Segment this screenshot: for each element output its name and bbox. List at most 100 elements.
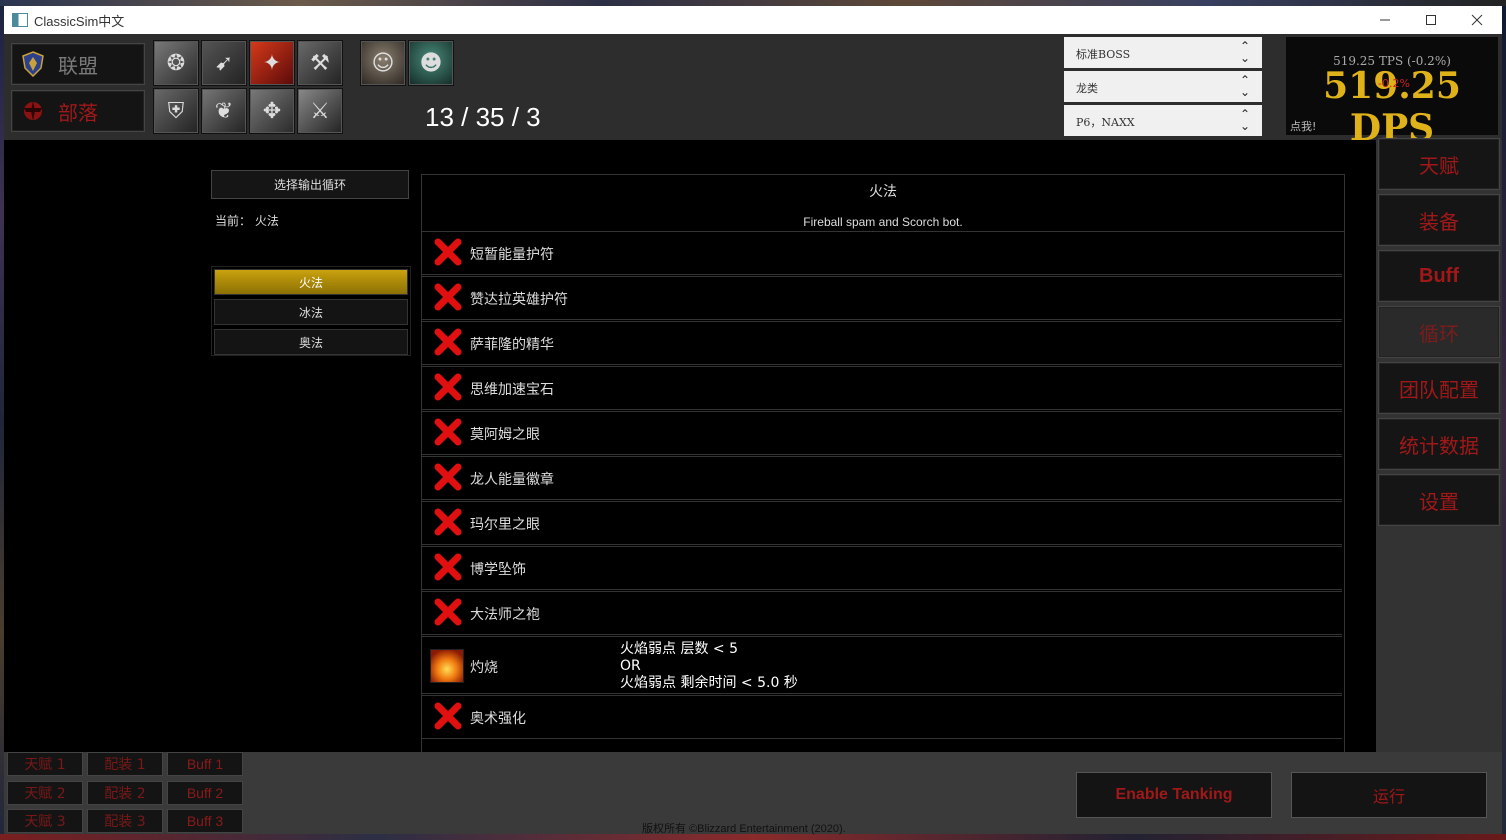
spell-name: 灼烧: [470, 660, 498, 676]
alliance-label: 联盟: [58, 53, 98, 78]
spell-name: 博学坠饰: [470, 562, 526, 578]
red-x-icon: [434, 598, 462, 626]
red-x-icon: [434, 373, 462, 401]
rotation-description: Fireball spam and Scorch bot.: [803, 215, 963, 229]
red-x-icon: [434, 463, 462, 491]
nav-settings-button[interactable]: 设置: [1378, 474, 1500, 526]
buff-preset-2-button[interactable]: Buff 2: [167, 781, 243, 805]
minimize-button[interactable]: [1362, 6, 1408, 34]
rotation-option-fire[interactable]: 火法: [214, 269, 408, 295]
gear-preset-2-button[interactable]: 配装 2: [87, 781, 163, 805]
red-x-icon: [434, 283, 462, 311]
talent-tree-icon-7[interactable]: ✥: [249, 88, 295, 134]
creature-type-select[interactable]: 龙类 ⌃ ⌄: [1064, 71, 1262, 102]
list-item: 思维加速宝石: [422, 366, 1342, 410]
dps-display[interactable]: 519.25 TPS (-0.2%) 519.25 DPS -0.2% 点我!: [1286, 37, 1498, 149]
buff-preset-1-button[interactable]: Buff 1: [167, 752, 243, 776]
nav-statistics-button[interactable]: 统计数据: [1378, 418, 1500, 470]
rotation-option-arcane[interactable]: 奥法: [214, 329, 408, 355]
talent-point-counts: 13 / 35 / 3: [425, 102, 541, 132]
red-x-icon: [434, 508, 462, 536]
spell-name: 龙人能量徽章: [470, 472, 554, 488]
talent-preset-3-button[interactable]: 天赋 3: [7, 809, 83, 833]
nav-gear-button[interactable]: 装备: [1378, 194, 1500, 246]
talent-preset-2-button[interactable]: 天赋 2: [7, 781, 83, 805]
title-bar: ClassicSim中文: [4, 6, 1502, 34]
run-button[interactable]: 运行: [1291, 772, 1487, 818]
updown-arrow-icon: ⌃ ⌄: [1239, 107, 1250, 133]
red-x-icon: [434, 702, 462, 730]
close-button[interactable]: [1454, 6, 1500, 34]
talent-tree-icon-1[interactable]: ❂: [153, 40, 199, 86]
rotation-option-frost[interactable]: 冰法: [214, 299, 408, 325]
enable-tanking-button[interactable]: Enable Tanking: [1076, 772, 1272, 818]
minimize-icon: [1380, 19, 1390, 21]
spell-name: 赞达拉英雄护符: [470, 292, 568, 308]
spell-name: 莫阿姆之眼: [470, 427, 540, 443]
alliance-crest-icon: [20, 51, 46, 77]
target-select-value: 标准BOSS: [1076, 48, 1131, 61]
list-item: 短暂能量护符: [422, 231, 1342, 275]
nav-talents-button[interactable]: 天赋: [1378, 138, 1500, 190]
app-icon: [12, 13, 28, 27]
spell-name: 玛尔里之眼: [470, 517, 540, 533]
maximize-button[interactable]: [1408, 6, 1454, 34]
condition-operator: OR: [620, 658, 641, 674]
rotation-list: 火法 冰法 奥法: [211, 266, 411, 356]
select-rotation-button[interactable]: 选择输出循环: [211, 170, 409, 199]
red-x-icon: [434, 553, 462, 581]
rotation-page: 选择输出循环 当前： 火法 火法 冰法 奥法 火法 Fireball spam …: [4, 140, 1376, 754]
gear-preset-3-button[interactable]: 配装 3: [87, 809, 163, 833]
nav-buff-button[interactable]: Buff: [1378, 250, 1500, 302]
horde-button[interactable]: 部落: [11, 90, 145, 132]
horde-label: 部落: [58, 100, 98, 125]
red-x-icon: [434, 418, 462, 446]
spell-name: 思维加速宝石: [470, 382, 554, 398]
bottom-bar: 天赋 1 天赋 2 天赋 3 配装 1 配装 2 配装 3 Buff 1 Buf…: [4, 752, 1502, 835]
updown-arrow-icon: ⌃ ⌄: [1239, 73, 1250, 99]
list-item: 博学坠饰: [422, 546, 1342, 590]
nav-rotation-button[interactable]: 循环: [1378, 306, 1500, 358]
copyright-text: 版权所有 ©Blizzard Entertainment (2020).: [642, 823, 846, 835]
list-item: 龙人能量徽章: [422, 456, 1342, 500]
list-item: 莫阿姆之眼: [422, 411, 1342, 455]
list-item: 奥术强化: [422, 695, 1342, 739]
app-window: ClassicSim中文 联盟 部落 ❂ ➹ ✦ ⚒ ⛨ ❦ ✥ ⚔ ☺ ☻ 1…: [4, 6, 1502, 835]
talent-preset-1-button[interactable]: 天赋 1: [7, 752, 83, 776]
condition-line: 火焰弱点 剩余时间 < 5.0 秒: [620, 675, 798, 691]
race-portrait-icon-2[interactable]: ☻: [408, 40, 454, 86]
buff-preset-3-button[interactable]: Buff 3: [167, 809, 243, 833]
spell-name: 短暂能量护符: [470, 247, 554, 263]
rotation-details: 火法 Fireball spam and Scorch bot. 短暂能量护符 …: [421, 174, 1345, 754]
talent-tree-icon-5[interactable]: ⛨: [153, 88, 199, 134]
list-item: 灼烧 火焰弱点 层数 < 5 OR 火焰弱点 剩余时间 < 5.0 秒: [422, 636, 1342, 694]
list-item: 玛尔里之眼: [422, 501, 1342, 545]
phase-select-value: P6，NAXX: [1076, 116, 1135, 129]
spell-name: 大法师之袍: [470, 607, 540, 623]
rotation-header: 火法 Fireball spam and Scorch bot.: [422, 175, 1344, 232]
gear-preset-1-button[interactable]: 配装 1: [87, 752, 163, 776]
target-select[interactable]: 标准BOSS ⌃ ⌄: [1064, 37, 1262, 68]
close-icon: [1471, 14, 1483, 26]
list-item: 萨菲隆的精华: [422, 321, 1342, 365]
talent-tree-icon-3[interactable]: ✦: [249, 40, 295, 86]
talent-tree-icon-8[interactable]: ⚔: [297, 88, 343, 134]
dps-delta: -0.2%: [1378, 77, 1410, 90]
desktop-background-right: [1502, 6, 1506, 840]
talent-tree-icon-6[interactable]: ❦: [201, 88, 247, 134]
alliance-button[interactable]: 联盟: [11, 43, 145, 85]
spell-name: 奥术强化: [470, 711, 526, 727]
current-rotation-label: 当前： 火法: [215, 214, 279, 228]
nav-raid-setup-button[interactable]: 团队配置: [1378, 362, 1500, 414]
list-item: 赞达拉英雄护符: [422, 276, 1342, 320]
race-portrait-icon-1[interactable]: ☺: [360, 40, 406, 86]
condition-line: 火焰弱点 层数 < 5: [620, 641, 738, 657]
red-x-icon: [434, 238, 462, 266]
spell-conditions: 火焰弱点 层数 < 5 OR 火焰弱点 剩余时间 < 5.0 秒: [620, 641, 798, 692]
rotation-name: 火法: [869, 184, 897, 200]
phase-select[interactable]: P6，NAXX ⌃ ⌄: [1064, 105, 1262, 136]
talent-tree-icon-2[interactable]: ➹: [201, 40, 247, 86]
click-me-hint: 点我!: [1290, 120, 1317, 133]
red-x-icon: [434, 328, 462, 356]
talent-tree-icon-4[interactable]: ⚒: [297, 40, 343, 86]
